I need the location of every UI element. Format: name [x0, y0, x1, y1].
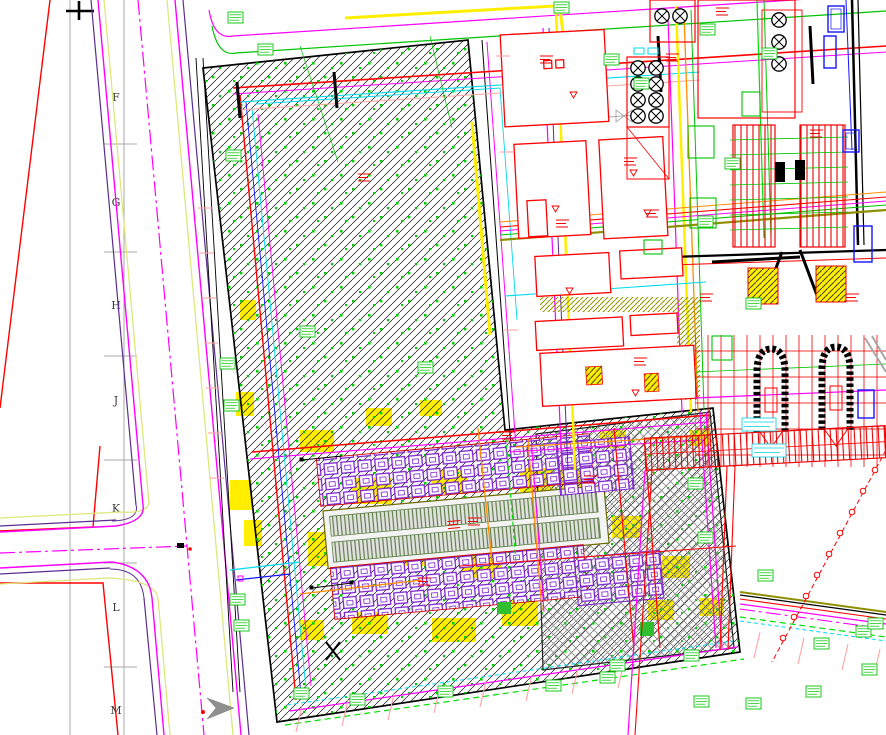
branch-road: [0, 512, 192, 584]
branch-centerline: [0, 546, 187, 553]
grid-letter-l: L: [112, 601, 120, 614]
grid-reference: F G H J K L M: [66, 0, 137, 735]
cad-site-plan-drawing: F G H J K L M: [0, 0, 886, 735]
pipe-rack-towers: [712, 125, 848, 304]
grid-letter-j: J: [113, 394, 118, 407]
grid-letter-k: K: [112, 502, 121, 515]
cad-viewport: F G H J K L M: [0, 0, 886, 735]
road-centerline: [138, 0, 204, 735]
buildings: [500, 26, 696, 408]
equipment-array-4: [574, 550, 664, 606]
grid-letter-h: H: [111, 299, 121, 312]
